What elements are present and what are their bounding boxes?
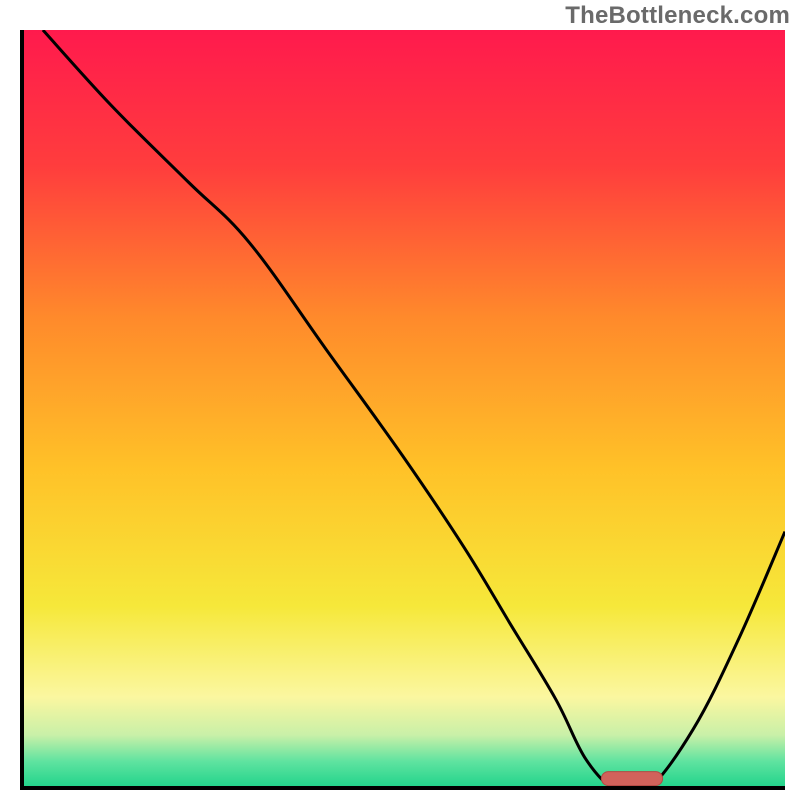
watermark-text: TheBottleneck.com	[565, 2, 790, 30]
plot-area	[20, 30, 785, 790]
chart-svg	[20, 30, 785, 790]
optimum-marker	[601, 772, 662, 786]
chart-stage: TheBottleneck.com	[0, 0, 800, 800]
gradient-background	[22, 30, 785, 788]
